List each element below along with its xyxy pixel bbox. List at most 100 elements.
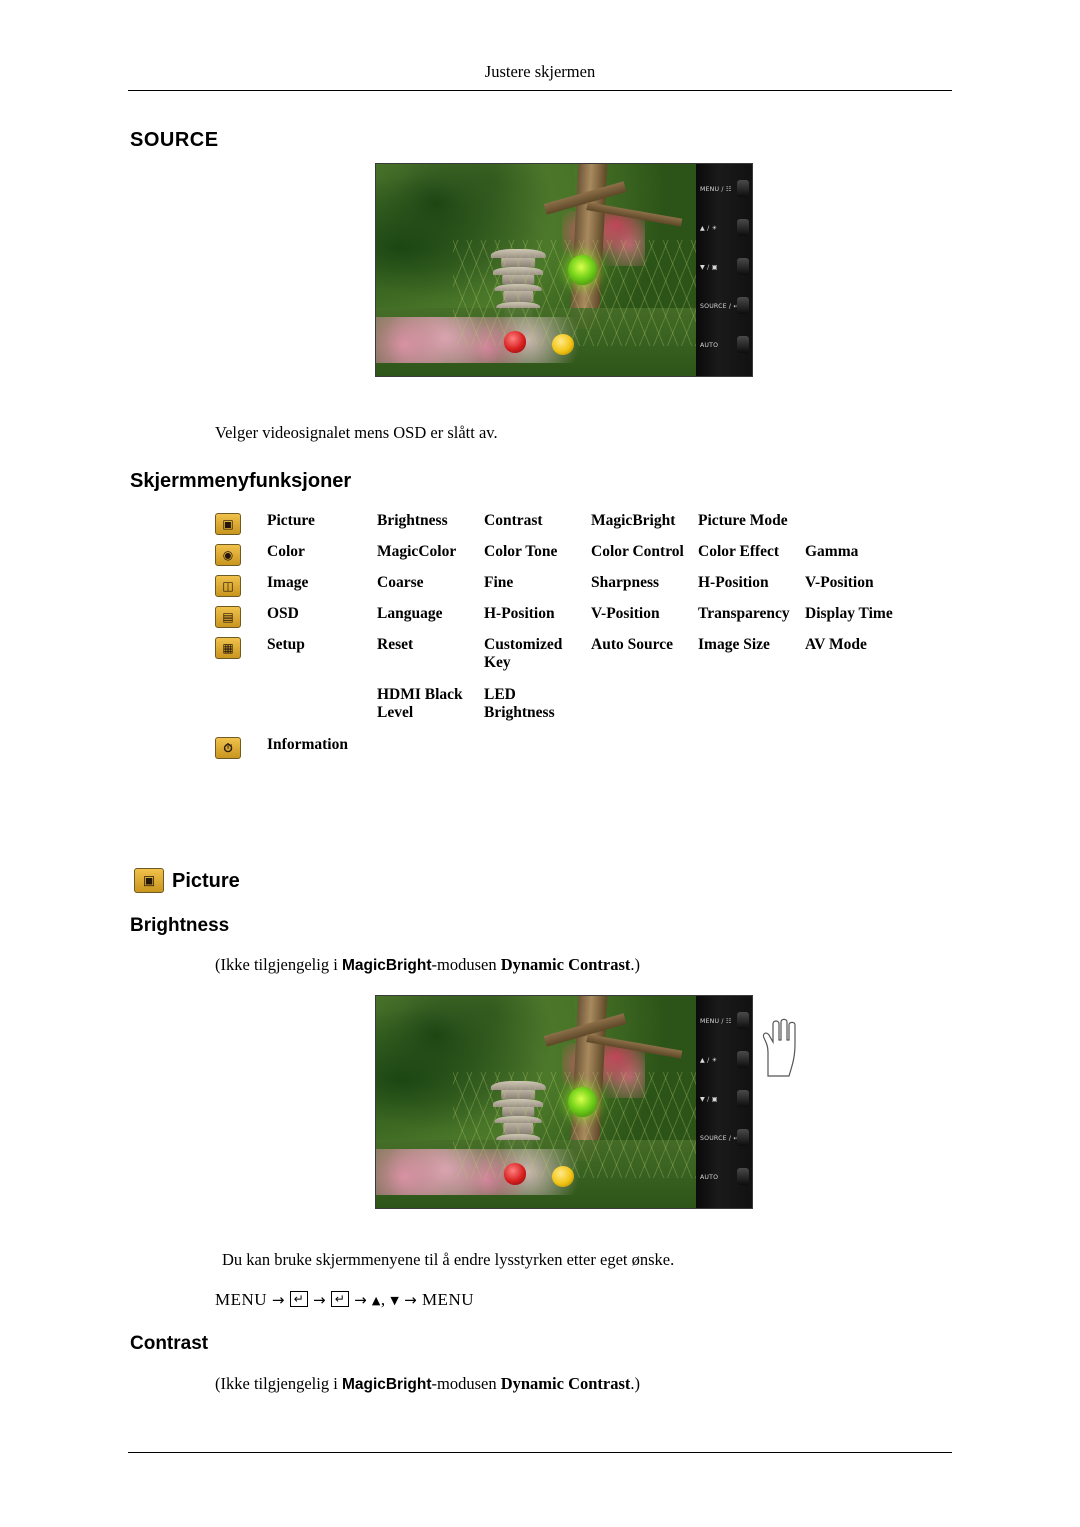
- menu-button-label: MENU / ☷: [700, 1018, 732, 1025]
- contrast-note: (Ikke tilgjengelig i MagicBright-modusen…: [215, 1374, 640, 1394]
- enter-key-icon: ↵: [289, 1291, 309, 1307]
- note-bold-dynamic-contrast: Dynamic Contrast: [500, 1374, 631, 1393]
- cell: MagicBright: [591, 512, 676, 529]
- monitor-button-panel: MENU / ☷ ▲ / ☀ ▼ / ▣ SOURCE / ↵ AUTO: [696, 996, 752, 1208]
- table-row: ▣ Picture Brightness Contrast MagicBrigh…: [215, 512, 945, 535]
- table-row: ⏱ Information: [215, 736, 945, 759]
- source-button[interactable]: [737, 1129, 749, 1146]
- note-bold-magicbright: MagicBright: [341, 1376, 432, 1393]
- photo-green-lantern: [568, 255, 597, 285]
- enter-key-icon: ↵: [330, 1291, 350, 1307]
- photo-yellow-lantern: [552, 333, 575, 355]
- menu-start: MENU: [215, 1290, 268, 1309]
- photo-red-lantern: [504, 1163, 527, 1185]
- brightness-note: (Ikke tilgjengelig i MagicBright-modusen…: [215, 955, 640, 975]
- up-button-label: ▲ / ☀: [700, 225, 718, 232]
- brightness-caption: Du kan bruke skjermmenyene til å endre l…: [222, 1250, 675, 1269]
- cell: H-Position: [698, 574, 769, 591]
- menu-button[interactable]: [737, 1012, 749, 1029]
- source-heading: SOURCE: [130, 129, 219, 151]
- note-middle: -modusen: [431, 1374, 501, 1393]
- cell: Auto Source: [591, 636, 673, 653]
- cell: Brightness: [377, 512, 448, 529]
- cell: Color Tone: [484, 543, 558, 560]
- up-button-label: ▲ / ☀: [700, 1057, 718, 1064]
- document-page: Justere skjermen SOURCE MENU / ☷ ▲ / ☀ ▼…: [0, 0, 1080, 1527]
- arrow-icon: →: [312, 1291, 327, 1309]
- menu-button[interactable]: [737, 180, 749, 197]
- monitor-button-panel: MENU / ☷ ▲ / ☀ ▼ / ▣ SOURCE / ↵ AUTO: [696, 164, 752, 376]
- picture-icon: ▣: [215, 512, 267, 535]
- cell: HDMI Black Level: [377, 686, 463, 721]
- up-triangle-icon: ▲: [371, 1294, 381, 1307]
- auto-button-label: AUTO: [700, 342, 719, 349]
- note-bold-dynamic-contrast: Dynamic Contrast: [500, 955, 631, 974]
- note-suffix: .): [630, 955, 641, 974]
- note-bold-magicbright: MagicBright: [341, 957, 432, 974]
- table-row: ◫ Image Coarse Fine Sharpness H-Position…: [215, 574, 945, 597]
- menu-navigation-sequence: MENU → ↵ → ↵ → ▲, ▼ → MENU: [215, 1290, 474, 1310]
- monitor-image-brightness: MENU / ☷ ▲ / ☀ ▼ / ▣ SOURCE / ↵ AUTO: [375, 995, 753, 1209]
- setup-icon: ▦: [215, 636, 267, 659]
- cell: LED Brightness: [484, 686, 555, 721]
- row-label: Image: [267, 574, 309, 591]
- arrow-icon: →: [404, 1291, 418, 1309]
- cell: Coarse: [377, 574, 424, 591]
- color-icon: ◉: [215, 543, 267, 566]
- source-button-label: SOURCE / ↵: [700, 303, 739, 310]
- note-suffix: .): [630, 1374, 641, 1393]
- auto-button[interactable]: [737, 336, 749, 353]
- down-button-label: ▼ / ▣: [700, 1096, 718, 1103]
- cell: MagicColor: [377, 543, 457, 560]
- header-rule: [128, 90, 952, 91]
- image-icon: ◫: [215, 574, 267, 597]
- cell: H-Position: [484, 605, 555, 622]
- contrast-heading: Contrast: [130, 1333, 209, 1354]
- cell: Color Control: [591, 543, 684, 560]
- source-caption: Velger videosignalet mens OSD er slått a…: [215, 423, 498, 442]
- monitor-screen-photo: [376, 164, 696, 376]
- down-button[interactable]: [737, 1090, 749, 1107]
- down-button-label: ▼ / ▣: [700, 264, 718, 271]
- row-label: Picture: [267, 512, 315, 529]
- row-label: Color: [267, 543, 305, 560]
- table-row: ◉ Color MagicColor Color Tone Color Cont…: [215, 543, 945, 566]
- note-prefix: (Ikke tilgjengelig i: [215, 1374, 342, 1393]
- cell: Color Effect: [698, 543, 780, 560]
- row-label: OSD: [267, 605, 299, 622]
- comma-separator: ,: [380, 1290, 386, 1309]
- down-triangle-icon: ▼: [390, 1294, 400, 1307]
- table-row: ▦ Setup Reset Customized Key Auto Source…: [215, 636, 945, 672]
- photo-red-lantern: [504, 331, 527, 353]
- down-button[interactable]: [737, 258, 749, 275]
- cell: Picture Mode: [698, 512, 788, 529]
- cell: V-Position: [805, 574, 874, 591]
- cell: Customized Key: [484, 636, 563, 671]
- photo-yellow-lantern: [552, 1165, 575, 1187]
- picture-heading: Picture: [172, 870, 240, 892]
- osd-menu-icon: ▤: [215, 605, 267, 628]
- source-button[interactable]: [737, 297, 749, 314]
- arrow-icon: →: [354, 1291, 368, 1309]
- source-button-label: SOURCE / ↵: [700, 1135, 739, 1142]
- cell: V-Position: [591, 605, 660, 622]
- note-middle: -modusen: [431, 955, 501, 974]
- running-header: Justere skjermen: [484, 62, 596, 81]
- osd-function-table: ▣ Picture Brightness Contrast MagicBrigh…: [215, 512, 945, 762]
- auto-button[interactable]: [737, 1168, 749, 1185]
- arrow-icon: →: [271, 1291, 285, 1309]
- monitor-screen-photo: [376, 996, 696, 1208]
- cell: Display Time: [805, 605, 893, 622]
- up-button[interactable]: [737, 219, 749, 236]
- menu-button-label: MENU / ☷: [700, 186, 732, 193]
- osd-functions-heading: Skjermmenyfunksjoner: [130, 470, 352, 492]
- cell: Image Size: [698, 636, 770, 653]
- cell: Fine: [484, 574, 514, 591]
- note-prefix: (Ikke tilgjengelig i: [215, 955, 342, 974]
- photo-green-lantern: [568, 1087, 597, 1117]
- footer-rule: [128, 1452, 952, 1453]
- cell: Sharpness: [591, 574, 660, 591]
- cell: Gamma: [805, 543, 859, 560]
- up-button[interactable]: [737, 1051, 749, 1068]
- cell: Reset: [377, 636, 414, 653]
